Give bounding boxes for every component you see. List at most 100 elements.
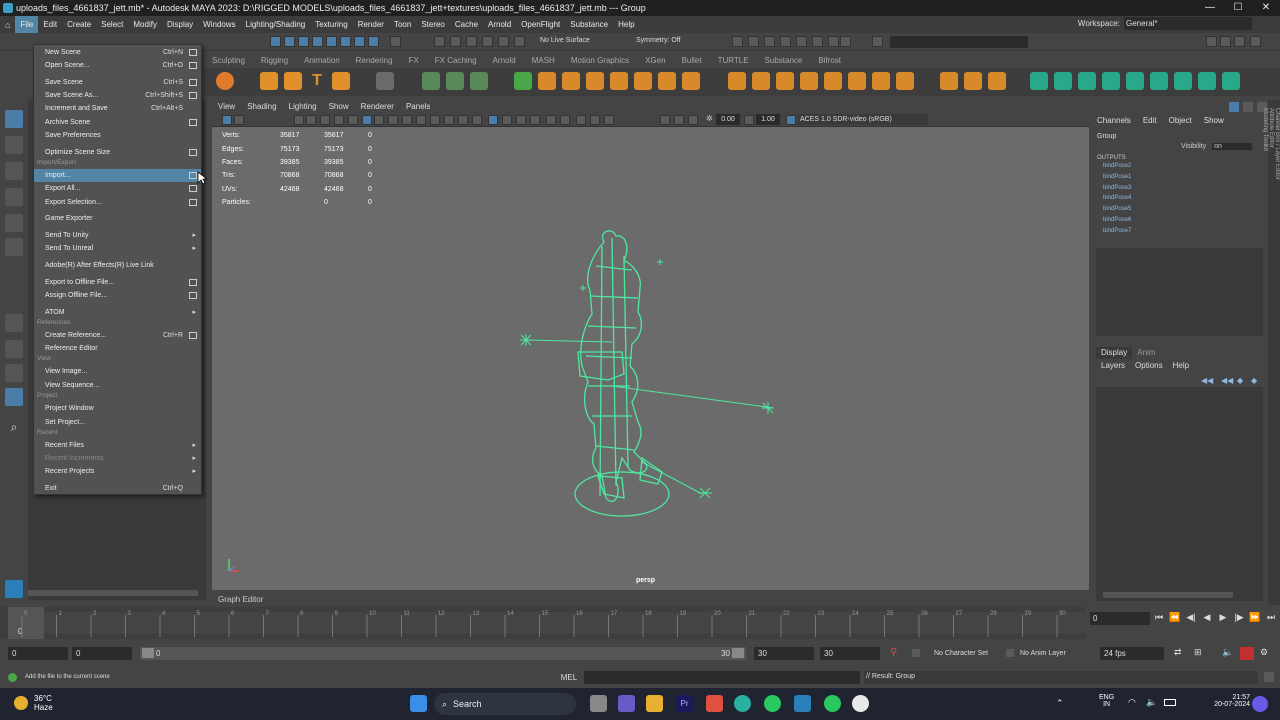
shelf-tab-bifrost[interactable]: Bifrost xyxy=(810,55,849,67)
go-to-start-icon[interactable]: ⏮ xyxy=(1152,612,1166,623)
anim-layer-icon[interactable] xyxy=(1006,649,1014,657)
option-box-icon[interactable] xyxy=(189,62,197,69)
loop-icon[interactable]: ⇄ xyxy=(1174,647,1182,658)
shelf-tab-rigging[interactable]: Rigging xyxy=(253,55,296,67)
step-forward-key-icon[interactable]: ⏩ xyxy=(1248,612,1262,623)
weather-widget[interactable]: 36°C Haze xyxy=(14,694,53,712)
wireframe-on-shaded-icon[interactable] xyxy=(402,115,412,125)
render-region-icon[interactable] xyxy=(732,36,743,47)
snap-view-icon[interactable] xyxy=(312,36,323,47)
cb-menu-show[interactable]: Show xyxy=(1198,116,1230,126)
chrome-icon[interactable] xyxy=(852,695,869,712)
lasso-tool-icon[interactable] xyxy=(5,136,23,154)
menu-item-export-all[interactable]: Export All... xyxy=(34,182,201,195)
render-setup-icon[interactable] xyxy=(812,36,823,47)
anim-end-field[interactable]: 30 xyxy=(754,647,814,660)
bifrost-aero-icon[interactable] xyxy=(1102,72,1120,90)
shelf-tab-arnold[interactable]: Arnold xyxy=(485,55,524,67)
fps-dropdown[interactable]: 24 fps xyxy=(1100,647,1164,660)
menu-texturing[interactable]: Texturing xyxy=(310,16,352,33)
anim-preferences-icon[interactable]: ⚙ xyxy=(1260,647,1268,658)
points-icon[interactable] xyxy=(800,72,818,90)
shelf-tab-motion-graphics[interactable]: Motion Graphics xyxy=(563,55,637,67)
shelf-tab-sculpting[interactable]: Sculpting xyxy=(204,55,253,67)
cross-icon[interactable] xyxy=(872,72,890,90)
2d-pan-icon[interactable] xyxy=(320,115,330,125)
layout-single-icon[interactable] xyxy=(5,314,23,332)
anim-start-field[interactable]: 0 xyxy=(72,647,132,660)
mash-blocks-icon[interactable] xyxy=(586,72,604,90)
menu-item-archive-scene[interactable]: Archive Scene xyxy=(34,116,201,129)
cb-menu-edit[interactable]: Edit xyxy=(1137,116,1163,126)
move-tool-icon[interactable] xyxy=(5,188,23,206)
exposure-icon[interactable] xyxy=(576,115,586,125)
step-icon[interactable]: ⊞ xyxy=(1194,647,1202,658)
option-box-icon[interactable] xyxy=(189,199,197,206)
color-management-icon[interactable] xyxy=(604,115,614,125)
layer-move-up-icon[interactable]: ◀◀ xyxy=(1201,376,1213,385)
bifrost-liquid-icon[interactable] xyxy=(1078,72,1096,90)
rotate-tool-icon[interactable] xyxy=(5,214,23,232)
menu-cache[interactable]: Cache xyxy=(450,16,483,33)
menu-arnold[interactable]: Arnold xyxy=(483,16,516,33)
antialias-icon[interactable] xyxy=(502,115,512,125)
layout-four-icon[interactable] xyxy=(5,340,23,358)
view-transform-icon[interactable] xyxy=(660,115,670,125)
exposure-field[interactable]: 0.00 xyxy=(716,114,740,125)
character-wireframe[interactable] xyxy=(512,226,792,526)
display-layer-icon[interactable] xyxy=(674,115,684,125)
battery-icon[interactable] xyxy=(1164,699,1176,706)
output-item[interactable]: bindPose7 xyxy=(1097,226,1131,237)
whatsapp-icon[interactable] xyxy=(824,695,841,712)
layout-side-icon[interactable] xyxy=(5,364,23,382)
end-time-field[interactable]: 30 xyxy=(820,647,880,660)
new-layer-selected-icon[interactable]: ◆ xyxy=(1237,376,1243,385)
pause-icon[interactable] xyxy=(840,36,851,47)
ambient-occlusion-icon[interactable] xyxy=(488,115,498,125)
menu-item-project-window[interactable]: Project Window xyxy=(34,402,201,415)
selected-object-name[interactable]: Group xyxy=(1097,133,1116,140)
range-end-handle[interactable] xyxy=(732,648,744,658)
show-hide-1-icon[interactable] xyxy=(1206,36,1217,47)
script-language-toggle[interactable]: MEL xyxy=(556,673,582,682)
snap-point-icon[interactable] xyxy=(298,36,309,47)
current-frame-field[interactable]: 0 xyxy=(1090,612,1150,625)
maya-taskbar-icon[interactable] xyxy=(794,695,811,712)
color-management-toggle-icon[interactable] xyxy=(786,115,796,125)
star-icon[interactable] xyxy=(260,72,278,90)
lock-icon[interactable] xyxy=(390,36,401,47)
bookmark-icon[interactable] xyxy=(294,115,304,125)
history-icon[interactable] xyxy=(434,36,445,47)
menu-item-recent-increments[interactable]: Recent Increments ▸ xyxy=(34,452,201,465)
menu-create[interactable]: Create xyxy=(62,16,96,33)
mash-waiter-icon[interactable] xyxy=(682,72,700,90)
ghost-icon[interactable] xyxy=(470,72,488,90)
render-frame-icon[interactable] xyxy=(748,36,759,47)
tab-display[interactable]: Display xyxy=(1096,347,1133,359)
option-box-icon[interactable] xyxy=(189,92,197,99)
pen-icon[interactable] xyxy=(940,72,958,90)
xray-icon[interactable] xyxy=(458,115,468,125)
vp-menu-lighting[interactable]: Lighting xyxy=(283,101,323,113)
output-item[interactable]: bindPose1 xyxy=(1097,172,1131,183)
paint-icon[interactable] xyxy=(482,36,493,47)
brush-icon[interactable] xyxy=(988,72,1006,90)
dup-icon[interactable] xyxy=(728,72,746,90)
menu-item-export-offline-file[interactable]: Export to Offline File... xyxy=(34,276,201,289)
gamma-icon[interactable] xyxy=(590,115,600,125)
shelf-tab-turtle[interactable]: TURTLE xyxy=(710,55,757,67)
shelf-tab-mash[interactable]: MASH xyxy=(524,55,563,67)
option-box-icon[interactable] xyxy=(189,332,197,339)
menu-item-game-exporter[interactable]: Game Exporter xyxy=(34,212,201,225)
minimize-button[interactable]: — xyxy=(1196,0,1224,16)
bifrost-grid-icon[interactable] xyxy=(1150,72,1168,90)
option-box-icon[interactable] xyxy=(189,119,197,126)
shadows-icon[interactable] xyxy=(444,115,454,125)
option-box-icon[interactable] xyxy=(189,49,197,56)
mash-replicator-icon[interactable] xyxy=(538,72,556,90)
vp-menu-show[interactable]: Show xyxy=(323,101,355,113)
graph-editor-tab[interactable]: Graph Editor xyxy=(212,592,1089,607)
playback-preferences-icon[interactable] xyxy=(1240,647,1254,660)
side-panel-scrollbar[interactable] xyxy=(28,590,198,596)
textured-icon[interactable] xyxy=(416,115,426,125)
